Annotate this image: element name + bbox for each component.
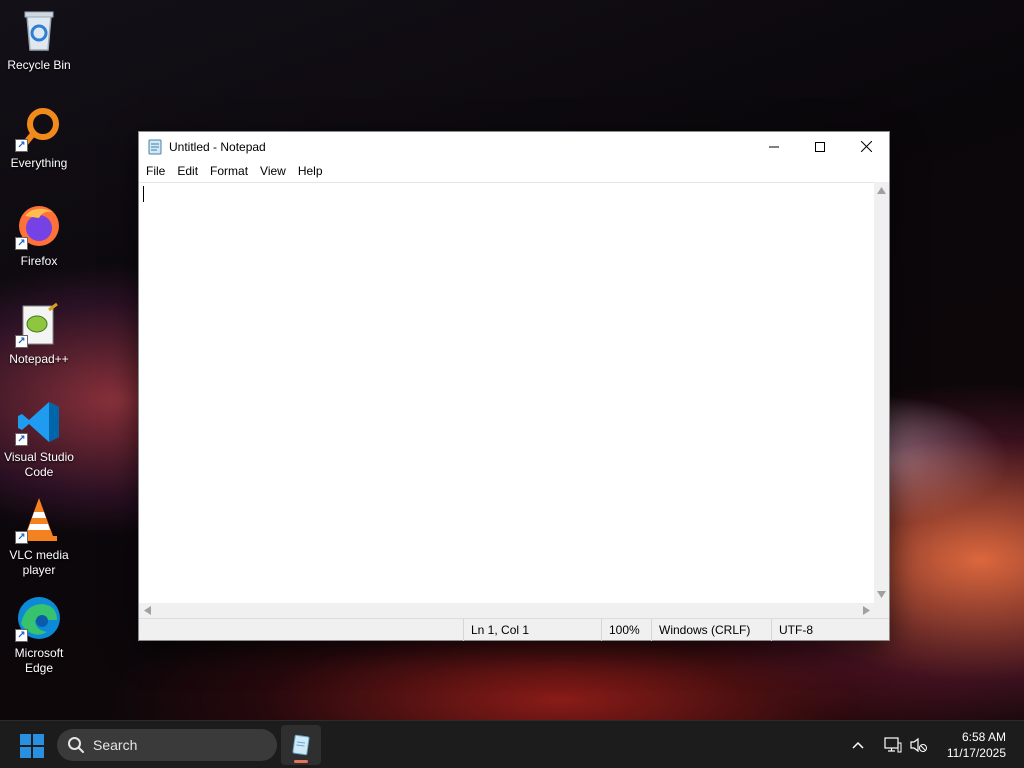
notepad-plus-plus-icon: ↗ — [15, 300, 63, 348]
scroll-down-icon[interactable] — [877, 591, 886, 598]
status-bar: Ln 1, Col 1 100% Windows (CRLF) UTF-8 — [139, 618, 889, 641]
desktop-icon-label: Visual Studio Code — [4, 450, 74, 479]
notepad-icon — [147, 139, 163, 155]
active-app-indicator — [294, 760, 308, 763]
shortcut-arrow-icon: ↗ — [15, 629, 28, 642]
firefox-icon: ↗ — [15, 202, 63, 250]
desktop-icon-label: Everything — [10, 156, 68, 170]
desktop-icon-label: VLC media player — [9, 548, 69, 577]
shortcut-arrow-icon: ↗ — [15, 531, 28, 544]
close-button[interactable] — [843, 132, 889, 161]
minimize-button[interactable] — [751, 132, 797, 161]
vlc-icon: ↗ — [15, 496, 63, 544]
menu-file[interactable]: File — [140, 161, 171, 182]
shortcut-arrow-icon: ↗ — [15, 335, 28, 348]
text-caret — [143, 186, 144, 202]
chevron-up-icon — [852, 741, 864, 749]
clock-date: 11/17/2025 — [946, 746, 1006, 760]
menu-bar: File Edit Format View Help — [139, 161, 889, 182]
recycle-bin-icon — [15, 6, 63, 54]
vertical-scrollbar[interactable] — [874, 182, 889, 603]
shortcut-arrow-icon: ↗ — [15, 237, 28, 250]
desktop-icon-label: Notepad++ — [9, 352, 69, 366]
status-zoom: 100% — [601, 619, 651, 641]
desktop-icon-firefox[interactable]: ↗ Firefox — [2, 202, 76, 292]
status-encoding: UTF-8 — [771, 619, 889, 641]
network-status-button[interactable] — [884, 721, 902, 768]
scroll-right-icon[interactable] — [863, 606, 870, 615]
volume-button[interactable] — [910, 721, 928, 768]
maximize-button[interactable] — [797, 132, 843, 161]
desktop-icon-label: Recycle Bin — [7, 58, 71, 72]
desktop-icon-recycle-bin[interactable]: Recycle Bin — [2, 6, 76, 96]
desktop-icon-vscode[interactable]: ↗ Visual Studio Code — [2, 398, 76, 488]
window-title: Untitled - Notepad — [169, 139, 266, 154]
search-icon — [68, 737, 84, 753]
taskbar-clock[interactable]: 6:58 AM 11/17/2025 — [947, 729, 1006, 761]
notepad-window: Untitled - Notepad File Edit Format View… — [138, 131, 890, 641]
desktop-icon-vlc[interactable]: ↗ VLC media player — [2, 496, 76, 586]
desktop-icon-notepad-plus-plus[interactable]: ↗ Notepad++ — [2, 300, 76, 390]
scrollbar-corner — [874, 603, 889, 618]
title-bar[interactable]: Untitled - Notepad — [139, 132, 889, 161]
shortcut-arrow-icon: ↗ — [15, 139, 28, 152]
taskbar-app-notepad[interactable] — [281, 725, 321, 765]
status-cursor-position: Ln 1, Col 1 — [463, 619, 601, 641]
start-button[interactable] — [14, 729, 50, 763]
desktop-icon-label: Firefox — [20, 254, 58, 268]
taskbar-search[interactable]: Search — [57, 729, 277, 761]
desktop-icon-everything[interactable]: ↗ Everything — [2, 104, 76, 194]
network-icon — [884, 737, 902, 753]
desktop-icon-edge[interactable]: ↗ Microsoft Edge — [2, 594, 76, 684]
volume-muted-icon — [910, 737, 927, 753]
everything-icon: ↗ — [15, 104, 63, 152]
menu-edit[interactable]: Edit — [171, 161, 204, 182]
status-line-ending: Windows (CRLF) — [651, 619, 771, 641]
close-icon — [860, 141, 872, 152]
show-hidden-icons-button[interactable] — [852, 721, 864, 768]
menu-format[interactable]: Format — [204, 161, 254, 182]
desktop-icon-label: Microsoft Edge — [14, 646, 64, 675]
maximize-icon — [815, 141, 825, 152]
vscode-icon: ↗ — [15, 398, 63, 446]
menu-view[interactable]: View — [254, 161, 292, 182]
taskbar: Search 6:58 AM 11/17/2025 — [0, 720, 1024, 768]
edge-icon: ↗ — [15, 594, 63, 642]
shortcut-arrow-icon: ↗ — [15, 433, 28, 446]
text-editor[interactable] — [139, 182, 875, 603]
menu-help[interactable]: Help — [292, 161, 329, 182]
notepad-icon — [292, 734, 310, 756]
search-placeholder: Search — [93, 737, 138, 753]
windows-logo-icon — [20, 734, 44, 758]
scroll-left-icon[interactable] — [144, 606, 151, 615]
horizontal-scrollbar[interactable] — [139, 603, 875, 618]
scroll-up-icon[interactable] — [877, 187, 886, 194]
minimize-icon — [769, 146, 779, 147]
clock-time: 6:58 AM — [961, 730, 1006, 744]
